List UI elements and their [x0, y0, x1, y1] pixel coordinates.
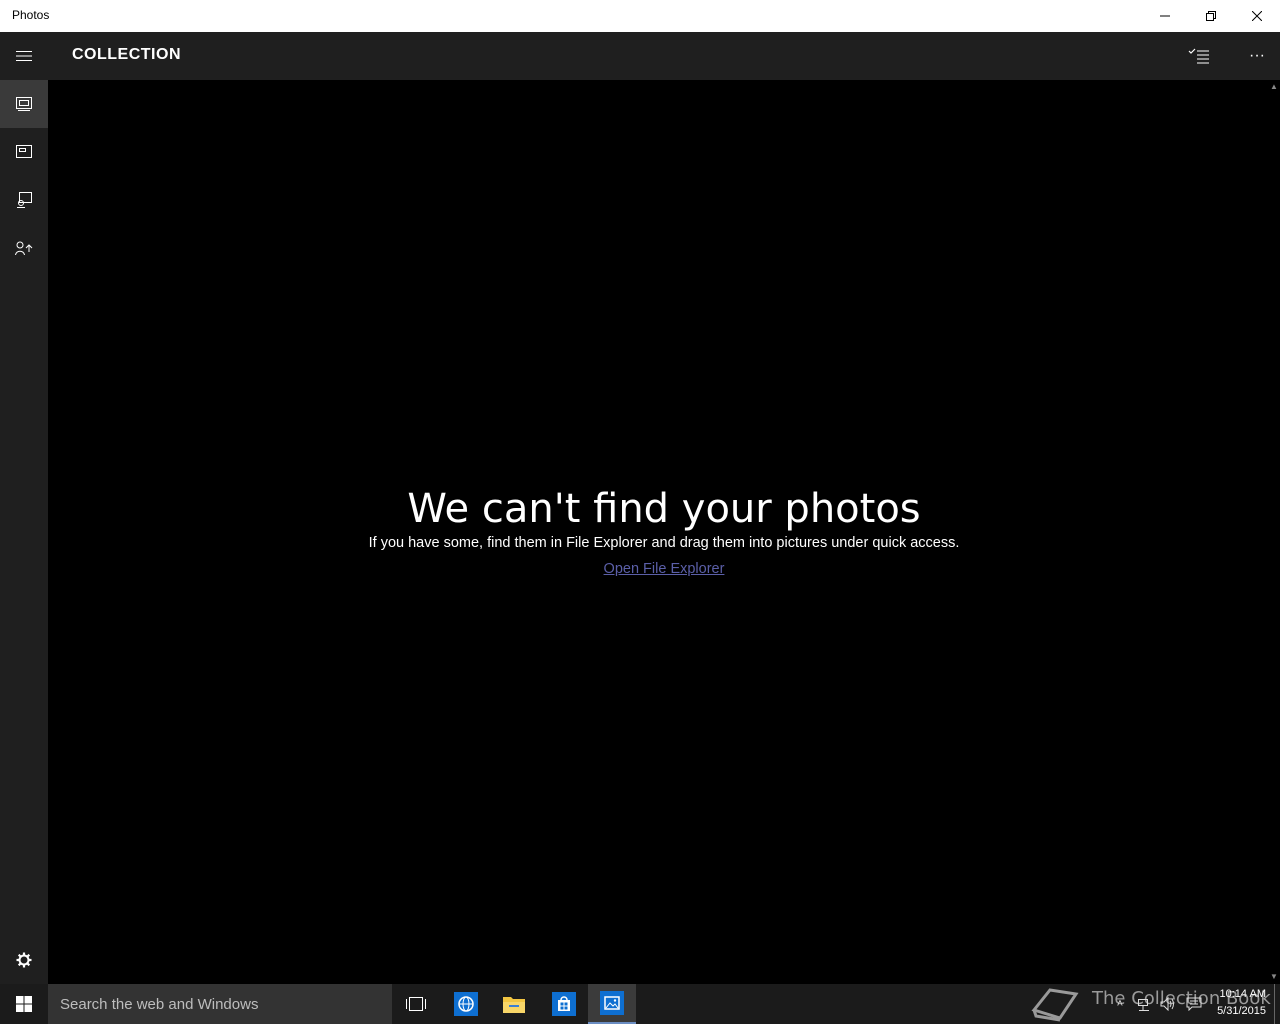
- title-bar: Photos: [0, 0, 1280, 32]
- restore-icon: [1206, 11, 1216, 21]
- internet-explorer-icon: [454, 992, 478, 1016]
- vertical-scrollbar[interactable]: [1268, 80, 1280, 984]
- close-icon: [1252, 11, 1262, 21]
- clock-date[interactable]: 5/31/2015: [1208, 1005, 1266, 1017]
- hamburger-icon: [16, 51, 32, 61]
- task-view-button[interactable]: [392, 984, 440, 1024]
- close-button[interactable]: [1234, 0, 1280, 32]
- albums-icon: [16, 145, 32, 158]
- select-list-icon: [1188, 48, 1209, 64]
- nav-item-import[interactable]: [0, 224, 48, 272]
- clock-time[interactable]: 10:14 AM: [1208, 988, 1266, 1000]
- store-icon: [552, 992, 576, 1016]
- windows-logo-icon: [16, 996, 32, 1012]
- more-options-button[interactable]: ···: [1234, 32, 1280, 80]
- scroll-up-arrow[interactable]: ▲: [1268, 80, 1280, 94]
- scroll-down-arrow[interactable]: ▼: [1268, 970, 1280, 984]
- page-title: COLLECTION: [72, 46, 181, 63]
- search-input[interactable]: [48, 984, 392, 1024]
- taskbar-internet-explorer[interactable]: [442, 984, 490, 1024]
- content-area: [48, 80, 1268, 984]
- nav-item-albums[interactable]: [0, 128, 48, 176]
- volume-icon[interactable]: [1158, 994, 1178, 1014]
- import-icon: [15, 241, 33, 256]
- taskbar-store[interactable]: [540, 984, 588, 1024]
- folders-icon: [17, 192, 32, 208]
- nav-item-folders[interactable]: [0, 176, 48, 224]
- show-desktop-button[interactable]: [1274, 984, 1275, 1024]
- taskbar-photos[interactable]: [588, 984, 636, 1024]
- app-header: COLLECTION ···: [0, 32, 1280, 80]
- folder-icon: [503, 997, 525, 1013]
- minimize-button[interactable]: [1142, 0, 1188, 32]
- minimize-icon: [1160, 15, 1170, 17]
- collection-icon: [16, 97, 32, 111]
- network-icon[interactable]: [1134, 994, 1154, 1014]
- empty-state-heading: We can't find your photos: [407, 486, 921, 532]
- open-file-explorer-link[interactable]: Open File Explorer: [604, 561, 725, 577]
- empty-state-message: If you have some, find them in File Expl…: [368, 535, 960, 551]
- nav-item-collection[interactable]: [0, 80, 48, 128]
- window-title: Photos: [12, 8, 50, 22]
- tray-overflow-chevron-icon[interactable]: ˄: [1110, 994, 1130, 1014]
- task-view-icon: [406, 997, 426, 1011]
- empty-state-link-container: Open File Explorer: [0, 561, 1280, 577]
- gear-icon: [16, 952, 32, 968]
- taskbar-search[interactable]: [48, 984, 392, 1024]
- taskbar-file-explorer[interactable]: [490, 984, 538, 1024]
- select-button[interactable]: [1176, 32, 1222, 80]
- settings-button[interactable]: [0, 936, 48, 984]
- restore-button[interactable]: [1188, 0, 1234, 32]
- start-button[interactable]: [0, 984, 48, 1024]
- action-center-icon[interactable]: [1184, 994, 1204, 1014]
- photos-icon: [600, 991, 624, 1015]
- menu-button[interactable]: [0, 32, 48, 80]
- nav-rail: [0, 80, 48, 984]
